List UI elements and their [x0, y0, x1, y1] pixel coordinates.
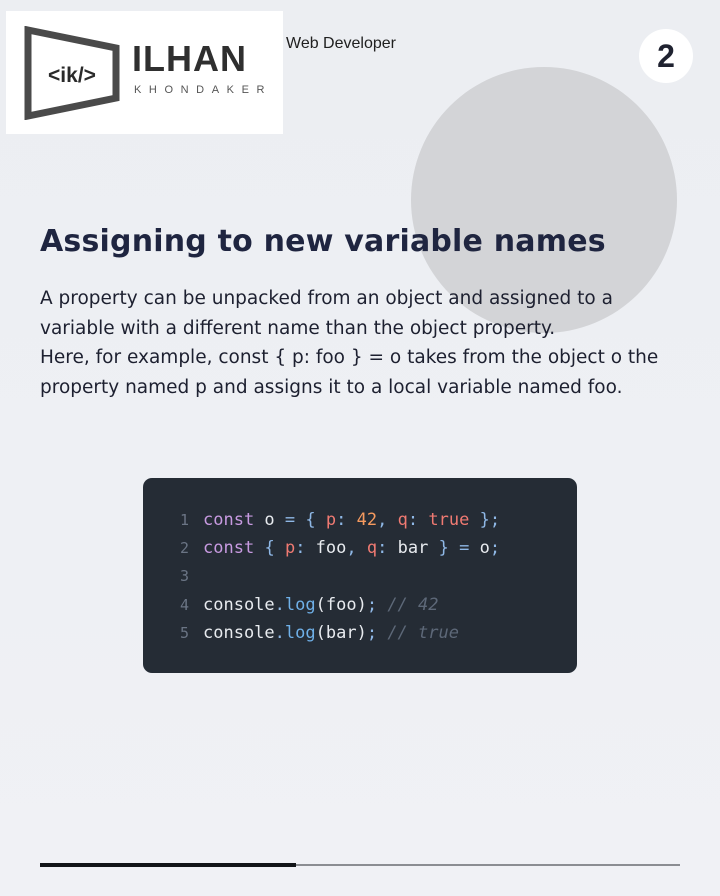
code-token: { [264, 538, 275, 559]
code-token: q [397, 510, 408, 530]
code-token: (foo) [315, 594, 367, 615]
page-title: Assigning to new variable names [40, 224, 606, 259]
code-token: // 42 [387, 594, 439, 615]
code-token: p [325, 510, 337, 530]
code-line: 3 [143, 562, 577, 590]
code-line: 2 const { p: foo, q: bar } = o; [143, 534, 577, 562]
code-token: 42 [356, 510, 378, 530]
code-token: { [305, 510, 316, 530]
code-token: , [377, 510, 388, 530]
code-token: . [274, 622, 285, 643]
code-token: console [203, 622, 275, 643]
code-token: : [377, 538, 388, 559]
code-token: : [295, 538, 306, 559]
code-token: log [284, 622, 316, 643]
code-token: , [346, 538, 357, 559]
page-number-badge: 2 [639, 29, 693, 83]
code-token: foo [305, 538, 347, 559]
code-token: console [203, 594, 275, 615]
role-label: Web Developer [286, 35, 396, 52]
code-token: = [284, 510, 296, 530]
code-text: console.log(foo); // 42 [203, 591, 439, 619]
code-token: }; [479, 510, 501, 530]
code-token: const [203, 510, 255, 530]
progress-track [40, 863, 680, 867]
code-token: o [469, 538, 490, 559]
progress-fill [40, 863, 296, 867]
code-token: : [407, 510, 419, 530]
line-number: 5 [179, 623, 189, 642]
code-token: (bar) [315, 622, 367, 643]
code-text: const o = { p: 42, q: true }; [203, 506, 500, 534]
code-token: ; [366, 622, 378, 643]
body-paragraph: A property can be unpacked from an objec… [40, 288, 613, 339]
code-token: ; [366, 594, 378, 615]
code-token: : [336, 510, 347, 530]
line-number: 4 [179, 595, 189, 614]
code-token: ; [489, 538, 501, 559]
logo: <ik/> ILHAN KHONDAKER [6, 11, 283, 134]
code-block: 1 const o = { p: 42, q: true }; 2 const { p… [143, 478, 577, 673]
code-token: p [284, 538, 296, 559]
code-token: o [254, 510, 285, 530]
code-token: . [274, 594, 285, 615]
code-token: log [284, 594, 316, 615]
code-lines: 1 const o = { p: 42, q: true }; 2 const { p… [143, 506, 577, 647]
line-number: 1 [179, 511, 189, 529]
body-text: A property can be unpacked from an objec… [40, 284, 690, 403]
code-token: // true [387, 622, 459, 643]
code-token: const [203, 538, 255, 559]
code-token: bar [387, 538, 439, 559]
line-number: 2 [179, 539, 189, 558]
body-paragraph: Here, for example, const { p: foo } = o … [40, 347, 659, 399]
code-token: } [438, 538, 449, 559]
logo-name: ILHAN [132, 38, 247, 79]
line-number: 3 [179, 567, 189, 586]
code-line: 4 console.log(foo); // 42 [143, 591, 577, 619]
code-line: 5 console.log(bar); // true [143, 619, 577, 647]
code-text: const { p: foo, q: bar } = o; [203, 534, 500, 562]
code-token: true [428, 510, 470, 530]
code-text: console.log(bar); // true [203, 619, 459, 647]
code-line: 1 const o = { p: 42, q: true }; [143, 506, 577, 534]
logo-subtitle: KHONDAKER [134, 84, 273, 96]
logo-mark-text: <ik/> [48, 64, 96, 87]
code-token: q [366, 538, 378, 559]
code-tag-logo-icon: <ik/> [24, 26, 120, 120]
code-token: = [459, 538, 470, 559]
